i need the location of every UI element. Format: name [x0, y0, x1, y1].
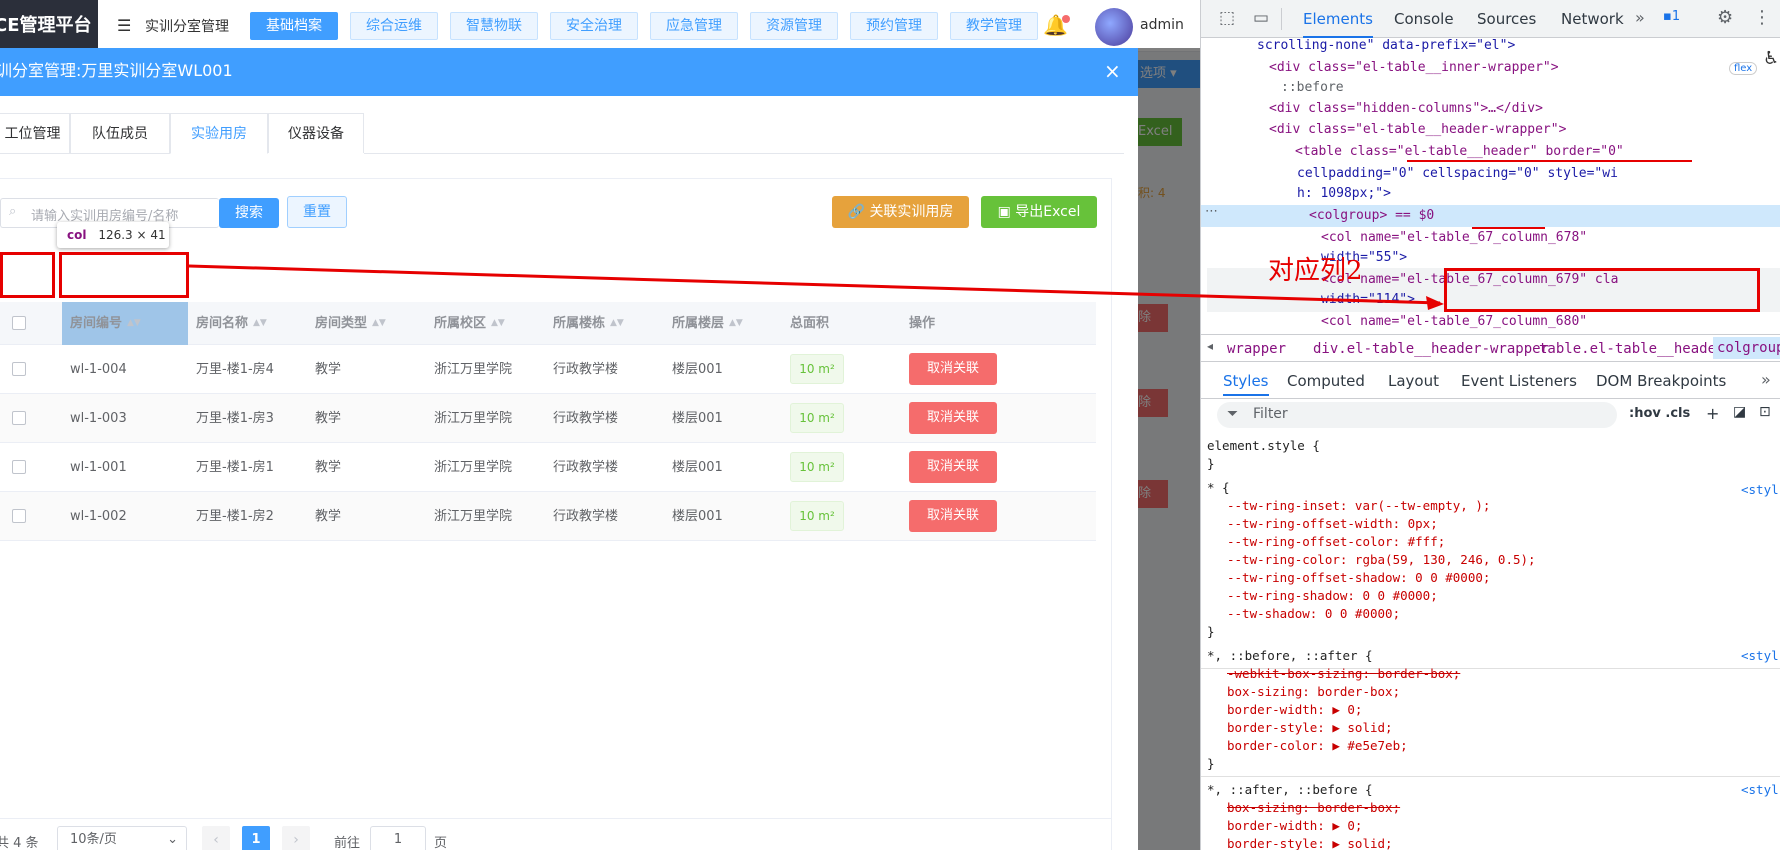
arrow-line	[188, 264, 1441, 305]
tooltip-tag: col	[67, 228, 87, 242]
annotation-arrow	[188, 160, 1692, 310]
inspector-tooltip: col 126.3 × 41	[57, 222, 169, 248]
arrow-head	[1426, 296, 1444, 310]
tooltip-size: 126.3 × 41	[98, 228, 166, 242]
